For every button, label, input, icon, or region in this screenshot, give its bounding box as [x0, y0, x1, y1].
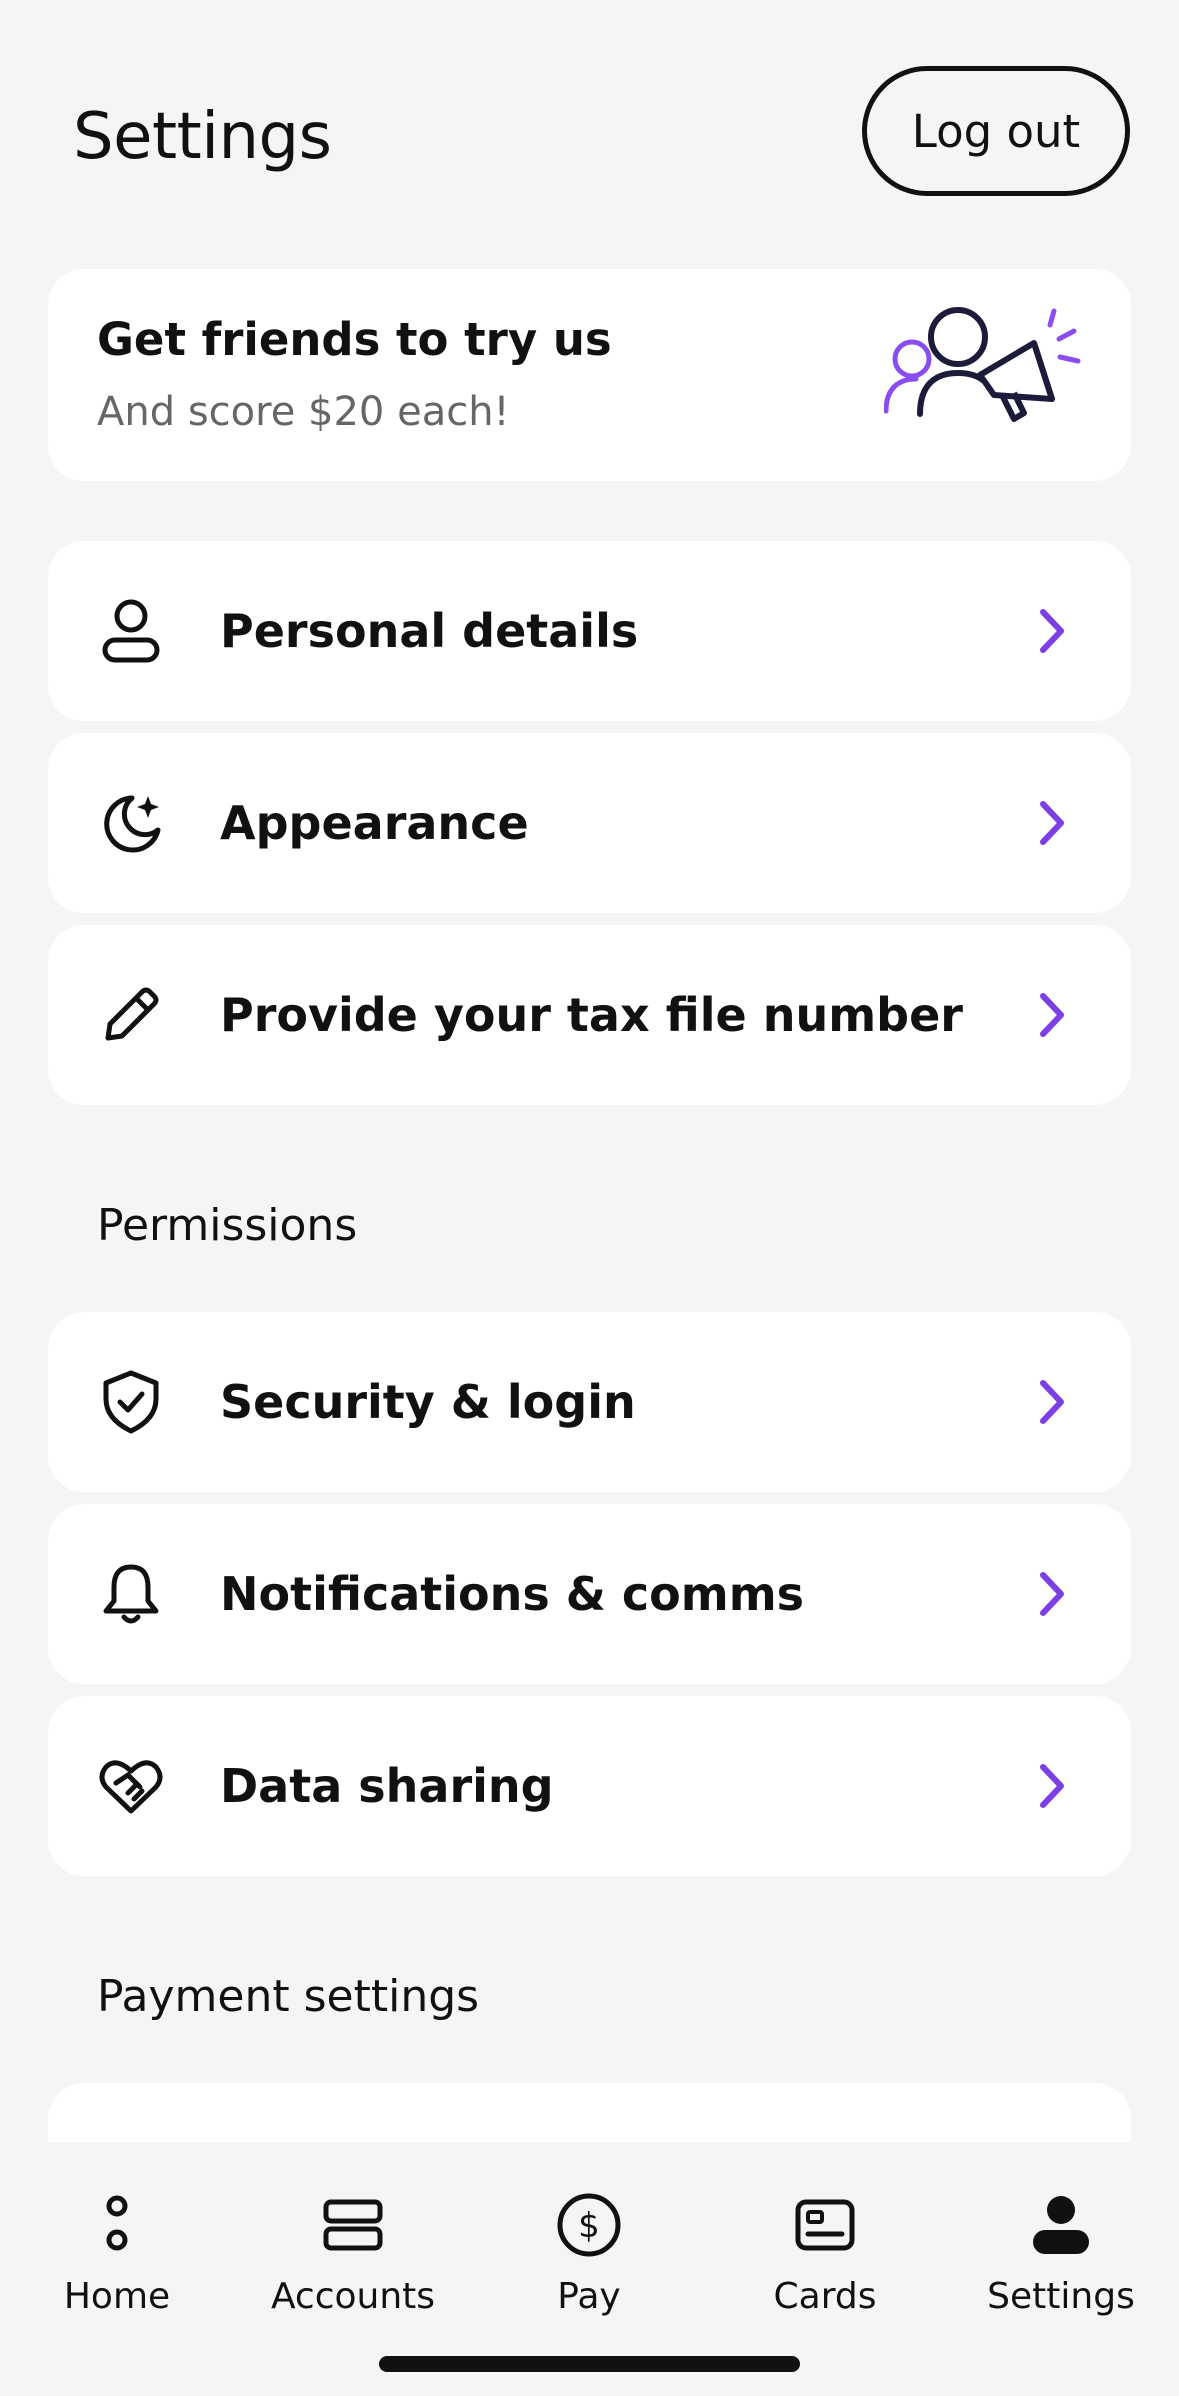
person-icon: [98, 598, 164, 664]
appearance-label: Appearance: [220, 796, 529, 850]
tab-home[interactable]: Home: [17, 2190, 217, 2330]
tab-cards-label: Cards: [773, 2276, 877, 2317]
tab-cards[interactable]: Cards: [725, 2190, 925, 2330]
tax-file-number-row[interactable]: Provide your tax file number: [48, 925, 1131, 1105]
home-indicator: [379, 2356, 800, 2372]
home-dots-icon: [82, 2190, 152, 2260]
chevron-right-icon: [1040, 801, 1064, 845]
header: Settings Log out: [0, 0, 1179, 240]
promo-title: Get friends to try us: [97, 313, 612, 366]
refer-friends-card[interactable]: Get friends to try us And score $20 each…: [48, 269, 1131, 481]
svg-text:$: $: [578, 2206, 600, 2246]
tab-accounts-label: Accounts: [270, 2276, 436, 2317]
chevron-right-icon: [1040, 1764, 1064, 1808]
refer-friends-megaphone-icon: [884, 307, 1081, 422]
tab-accounts[interactable]: Accounts: [253, 2190, 453, 2330]
tab-settings-label: Settings: [987, 2276, 1135, 2317]
bell-icon: [98, 1561, 164, 1627]
personal-details-label: Personal details: [220, 604, 639, 658]
accounts-icon: [318, 2190, 388, 2260]
chevron-right-icon: [1040, 993, 1064, 1037]
security-login-label: Security & login: [220, 1375, 636, 1429]
payment-settings-heading: Payment settings: [97, 1971, 480, 2022]
tab-settings[interactable]: Settings: [961, 2190, 1161, 2330]
heart-handshake-icon: [98, 1753, 164, 1819]
appearance-row[interactable]: Appearance: [48, 733, 1131, 913]
personal-details-row[interactable]: Personal details: [48, 541, 1131, 721]
chevron-right-icon: [1040, 1572, 1064, 1616]
tab-pay-label: Pay: [557, 2276, 621, 2317]
payment-settings-card[interactable]: [48, 2083, 1131, 2143]
page-title: Settings: [73, 100, 332, 174]
card-icon: [790, 2190, 860, 2260]
chevron-right-icon: [1040, 609, 1064, 653]
tax-file-number-label: Provide your tax file number: [220, 988, 963, 1042]
notifications-comms-row[interactable]: Notifications & comms: [48, 1504, 1131, 1684]
shield-check-icon: [98, 1369, 164, 1435]
tab-pay[interactable]: $ Pay: [489, 2190, 689, 2330]
logout-button[interactable]: Log out: [862, 66, 1130, 196]
security-login-row[interactable]: Security & login: [48, 1312, 1131, 1492]
person-filled-icon: [1026, 2190, 1096, 2260]
data-sharing-row[interactable]: Data sharing: [48, 1696, 1131, 1876]
moon-sparkle-icon: [98, 790, 164, 856]
permissions-heading: Permissions: [97, 1200, 358, 1251]
notifications-comms-label: Notifications & comms: [220, 1567, 805, 1621]
data-sharing-label: Data sharing: [220, 1759, 554, 1813]
pencil-icon: [98, 982, 164, 1048]
promo-subtitle: And score $20 each!: [97, 389, 510, 435]
chevron-right-icon: [1040, 1380, 1064, 1424]
tab-home-label: Home: [63, 2276, 171, 2317]
dollar-circle-icon: $: [554, 2190, 624, 2260]
